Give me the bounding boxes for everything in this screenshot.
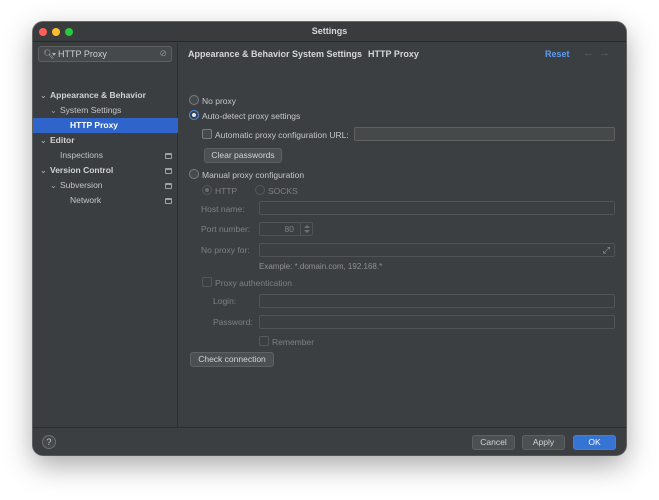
stepper-arrows-icon[interactable]: [300, 223, 312, 235]
search-history-dropdown-icon[interactable]: [52, 53, 56, 56]
host-name-label: Host name:: [201, 204, 245, 214]
manual-proxy-label: Manual proxy configuration: [202, 170, 305, 180]
tree-item-version-control[interactable]: ⌄ Version Control: [33, 163, 178, 178]
login-label: Login:: [213, 296, 237, 306]
project-scope-icon: [165, 153, 172, 159]
breadcrumb-appearance-behavior[interactable]: Appearance & Behavior: [188, 49, 290, 59]
proxy-authentication-label: Proxy authentication: [215, 278, 293, 288]
breadcrumb-http-proxy: HTTP Proxy: [368, 49, 419, 59]
http-proxy-panel: Appearance & Behavior › System Settings …: [179, 43, 626, 427]
window-title: Settings: [311, 26, 348, 36]
tree-item-label: Version Control: [50, 165, 114, 175]
expand-icon[interactable]: ⤢: [603, 245, 610, 256]
no-proxy-radio[interactable]: [189, 95, 199, 105]
chevron-down-icon[interactable]: ⌄: [50, 178, 57, 193]
cancel-button[interactable]: Cancel: [472, 435, 515, 450]
tree-item-label: System Settings: [60, 105, 122, 115]
tree-item-label: Appearance & Behavior: [50, 90, 146, 100]
no-proxy-for-label: No proxy for:: [201, 245, 250, 255]
tree-item-label: Subversion: [60, 180, 103, 190]
chevron-down-icon[interactable]: ⌄: [50, 103, 57, 118]
breadcrumb-separator: ›: [283, 49, 286, 59]
tree-item-subversion[interactable]: ⌄ Subversion: [33, 178, 178, 193]
port-number-stepper[interactable]: 80: [259, 222, 313, 236]
manual-proxy-radio[interactable]: [189, 169, 199, 179]
auto-config-url-checkbox[interactable]: [202, 129, 212, 139]
apply-button[interactable]: Apply: [522, 435, 565, 450]
tree-item-appearance-behavior[interactable]: ⌄ Appearance & Behavior: [33, 88, 178, 103]
tree-item-http-proxy[interactable]: HTTP Proxy: [33, 118, 178, 133]
socks-radio[interactable]: [255, 185, 265, 195]
tree-item-system-settings[interactable]: ⌄ System Settings: [33, 103, 178, 118]
http-label: HTTP: [215, 186, 238, 196]
settings-sidebar: 🔍︎ HTTP Proxy ⊘ ⌄ Appearance & Behavior …: [33, 43, 178, 427]
tree-item-label: Network: [70, 195, 102, 205]
reset-link[interactable]: Reset: [545, 49, 570, 59]
proxy-authentication-checkbox[interactable]: [202, 277, 212, 287]
check-connection-button[interactable]: Check connection: [190, 352, 274, 367]
project-scope-icon: [165, 168, 172, 174]
tree-item-label: Editor: [50, 135, 75, 145]
clear-passwords-button[interactable]: Clear passwords: [204, 148, 282, 163]
auto-config-url-label: Automatic proxy configuration URL:: [215, 130, 349, 140]
breadcrumb-system-settings[interactable]: System Settings: [292, 49, 362, 59]
forward-arrow-icon[interactable]: →: [599, 47, 610, 59]
ok-button[interactable]: OK: [573, 435, 616, 450]
login-field[interactable]: [259, 294, 615, 308]
settings-window: Settings 🔍︎ HTTP Proxy ⊘ ⌄ Appearance & …: [33, 22, 626, 455]
back-arrow-icon[interactable]: ←: [583, 47, 594, 59]
port-number-label: Port number:: [201, 224, 251, 234]
no-proxy-for-field[interactable]: ⤢: [259, 243, 615, 257]
chevron-down-icon[interactable]: ⌄: [40, 133, 47, 148]
dialog-footer: ? Cancel Apply OK: [33, 427, 626, 455]
http-radio[interactable]: [202, 185, 212, 195]
no-proxy-example-hint: Example: *.domain.com, 192.168.*: [259, 262, 383, 271]
help-button[interactable]: ?: [42, 435, 56, 449]
tree-item-inspections[interactable]: Inspections: [33, 148, 178, 163]
tree-item-label: HTTP Proxy: [70, 120, 119, 130]
breadcrumb-separator: ›: [359, 49, 362, 59]
search-input-value: HTTP Proxy: [58, 49, 107, 59]
chevron-down-icon[interactable]: ⌄: [40, 163, 47, 178]
project-scope-icon: [165, 183, 172, 189]
auto-detect-radio[interactable]: [189, 110, 199, 120]
auto-config-url-field[interactable]: [354, 127, 615, 141]
chevron-down-icon[interactable]: ⌄: [40, 88, 47, 103]
auto-detect-label: Auto-detect proxy settings: [202, 111, 301, 121]
password-field[interactable]: [259, 315, 615, 329]
title-bar: Settings: [33, 22, 626, 42]
tree-item-label: Inspections: [60, 150, 103, 160]
no-proxy-label: No proxy: [202, 96, 237, 106]
socks-label: SOCKS: [268, 186, 298, 196]
tree-item-network[interactable]: Network: [33, 193, 178, 208]
port-number-value: 80: [284, 224, 294, 234]
tree-item-editor[interactable]: ⌄ Editor: [33, 133, 178, 148]
remember-label: Remember: [272, 337, 315, 347]
remember-checkbox[interactable]: [259, 336, 269, 346]
host-name-field[interactable]: [259, 201, 615, 215]
settings-search-input[interactable]: 🔍︎ HTTP Proxy ⊘: [38, 46, 172, 62]
project-scope-icon: [165, 198, 172, 204]
password-label: Password:: [213, 317, 253, 327]
clear-search-icon[interactable]: ⊘: [159, 48, 167, 59]
